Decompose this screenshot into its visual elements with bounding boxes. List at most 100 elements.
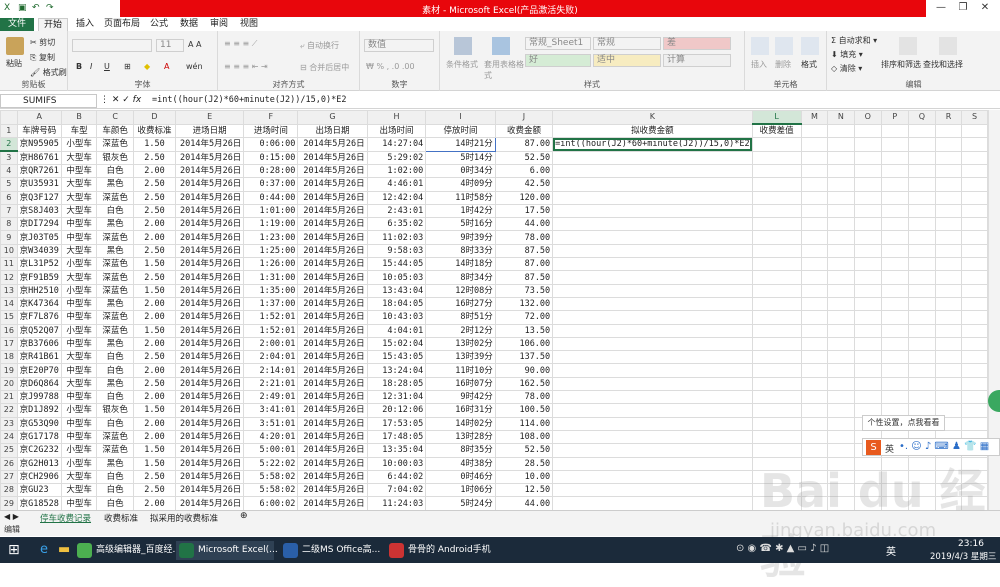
header-cell[interactable]: 收费差值	[751, 123, 802, 138]
cell[interactable]	[552, 243, 753, 259]
cell[interactable]: 2014年5月26日	[175, 283, 245, 298]
cell[interactable]: 8时33分	[425, 243, 496, 259]
cell[interactable]	[907, 163, 937, 179]
header-cell[interactable]: 出场日期	[297, 123, 368, 138]
cell[interactable]: 2014年5月26日	[297, 296, 368, 312]
row-header[interactable]: 1	[0, 123, 18, 138]
cell[interactable]	[751, 390, 802, 405]
cell[interactable]: 2:04:01	[243, 350, 299, 365]
cell[interactable]: 京F7L876	[16, 310, 62, 325]
new-sheet-icon[interactable]: ⊕	[240, 511, 248, 521]
cell[interactable]	[880, 217, 909, 232]
cell[interactable]	[961, 310, 988, 325]
cell[interactable]: 6:00:02	[243, 496, 299, 510]
cell[interactable]: 黑色	[96, 336, 134, 352]
cell[interactable]: 2.50	[132, 350, 177, 365]
cell[interactable]: 大型车	[60, 150, 98, 165]
cell[interactable]: 2014年5月26日	[297, 443, 368, 458]
header-cell[interactable]: 进场日期	[175, 123, 245, 138]
tray-lang[interactable]: 英	[886, 543, 896, 558]
cell[interactable]: 8时34分	[425, 270, 496, 285]
cell[interactable]: 18:04:05	[366, 296, 427, 312]
cell[interactable]	[827, 363, 855, 378]
cell[interactable]: 2014年5月26日	[297, 376, 368, 392]
cell[interactable]: 1.50	[132, 257, 177, 272]
cell[interactable]: 1.50	[132, 443, 177, 458]
cell[interactable]	[827, 350, 855, 365]
cell[interactable]: 京QR7261	[16, 163, 62, 179]
column-header[interactable]: L	[751, 110, 802, 125]
cell[interactable]: 深蓝色	[96, 283, 134, 298]
cell[interactable]	[907, 203, 937, 219]
cell[interactable]	[880, 203, 909, 219]
cell[interactable]: 小型车	[60, 456, 98, 471]
restore-button[interactable]: ❐	[952, 2, 974, 13]
cell[interactable]: 京DI7294	[16, 217, 62, 232]
cell[interactable]: 银灰色	[96, 150, 134, 165]
cell[interactable]: 2.50	[132, 469, 177, 485]
cell[interactable]: 14:27:04	[366, 137, 427, 152]
taskbar-browser[interactable]: 高级编辑器_百度经...	[74, 541, 181, 560]
cell[interactable]: 深蓝色	[96, 190, 134, 205]
column-header[interactable]: J	[494, 110, 554, 125]
cell[interactable]	[853, 363, 882, 378]
cell[interactable]	[907, 296, 937, 312]
cell[interactable]: 2014年5月26日	[297, 336, 368, 352]
cell[interactable]: 87.50	[494, 270, 554, 285]
cell[interactable]	[853, 243, 882, 259]
cell[interactable]: 2014年5月26日	[175, 190, 245, 205]
cell[interactable]: 2:00:01	[243, 336, 299, 352]
cell[interactable]: 2014年5月26日	[175, 243, 245, 259]
cell[interactable]: 深蓝色	[96, 137, 134, 152]
style-neutral[interactable]: 适中	[593, 54, 661, 67]
ie-icon[interactable]: e	[40, 542, 48, 557]
column-header[interactable]: O	[853, 110, 882, 125]
cell[interactable]: 2014年5月26日	[175, 416, 245, 431]
cell[interactable]	[552, 177, 753, 192]
cell[interactable]	[800, 403, 829, 418]
cell[interactable]: 京D6Q864	[16, 376, 62, 392]
ime-tool-icons[interactable]: •. ☺ ♪ ⌨ ♟ 👕 ▦	[899, 441, 989, 452]
cell[interactable]: 13:24:04	[366, 363, 427, 378]
cell[interactable]	[552, 323, 753, 338]
cell[interactable]: 京R41B61	[16, 350, 62, 365]
cell[interactable]: 京CH2906	[16, 469, 62, 485]
cell[interactable]	[907, 217, 937, 232]
cell[interactable]: 2014年5月26日	[175, 443, 245, 458]
cell[interactable]	[880, 390, 909, 405]
cell[interactable]: 深蓝色	[96, 257, 134, 272]
cell[interactable]	[827, 310, 855, 325]
clear-button[interactable]: ◇ 清除 ▾	[831, 63, 862, 74]
cell[interactable]: 深蓝色	[96, 230, 134, 245]
cell[interactable]: 10:00:03	[366, 456, 427, 471]
cell[interactable]: 1:31:00	[243, 270, 299, 285]
explorer-icon[interactable]: ▬	[58, 542, 70, 557]
cell[interactable]: 中型车	[60, 230, 98, 245]
cell[interactable]	[935, 243, 963, 259]
header-cell[interactable]: 进场时间	[243, 123, 299, 138]
cell[interactable]	[827, 177, 855, 192]
cell[interactable]: 13时39分	[425, 350, 496, 365]
sheet-tab-proposed-fee[interactable]: 拟采用的收费标准	[150, 512, 218, 524]
cell[interactable]: 2014年5月26日	[297, 403, 368, 418]
cell[interactable]: 京G17178	[16, 429, 62, 445]
row-header[interactable]: 22	[0, 403, 18, 418]
cell[interactable]	[880, 163, 909, 179]
cell[interactable]	[880, 243, 909, 259]
cell[interactable]: 白色	[96, 203, 134, 219]
cell[interactable]: 小型车	[60, 443, 98, 458]
cell[interactable]: 深蓝色	[96, 443, 134, 458]
cell[interactable]: 京G53Q90	[16, 416, 62, 431]
cell[interactable]: 大型车	[60, 350, 98, 365]
cell[interactable]: 小型车	[60, 403, 98, 418]
cell[interactable]	[907, 137, 937, 152]
cell[interactable]: 小型车	[60, 137, 98, 152]
format-cells-button[interactable]: 格式	[801, 59, 817, 70]
cell[interactable]: 京N95905	[16, 137, 62, 152]
grow-font-icon[interactable]: A A	[188, 40, 202, 49]
tab-file[interactable]: 文件	[0, 18, 34, 31]
cell[interactable]: 黑色	[96, 243, 134, 259]
row-header[interactable]: 26	[0, 456, 18, 471]
conditional-format-button[interactable]: 条件格式	[446, 59, 478, 70]
cell[interactable]: 京Q3F127	[16, 190, 62, 205]
